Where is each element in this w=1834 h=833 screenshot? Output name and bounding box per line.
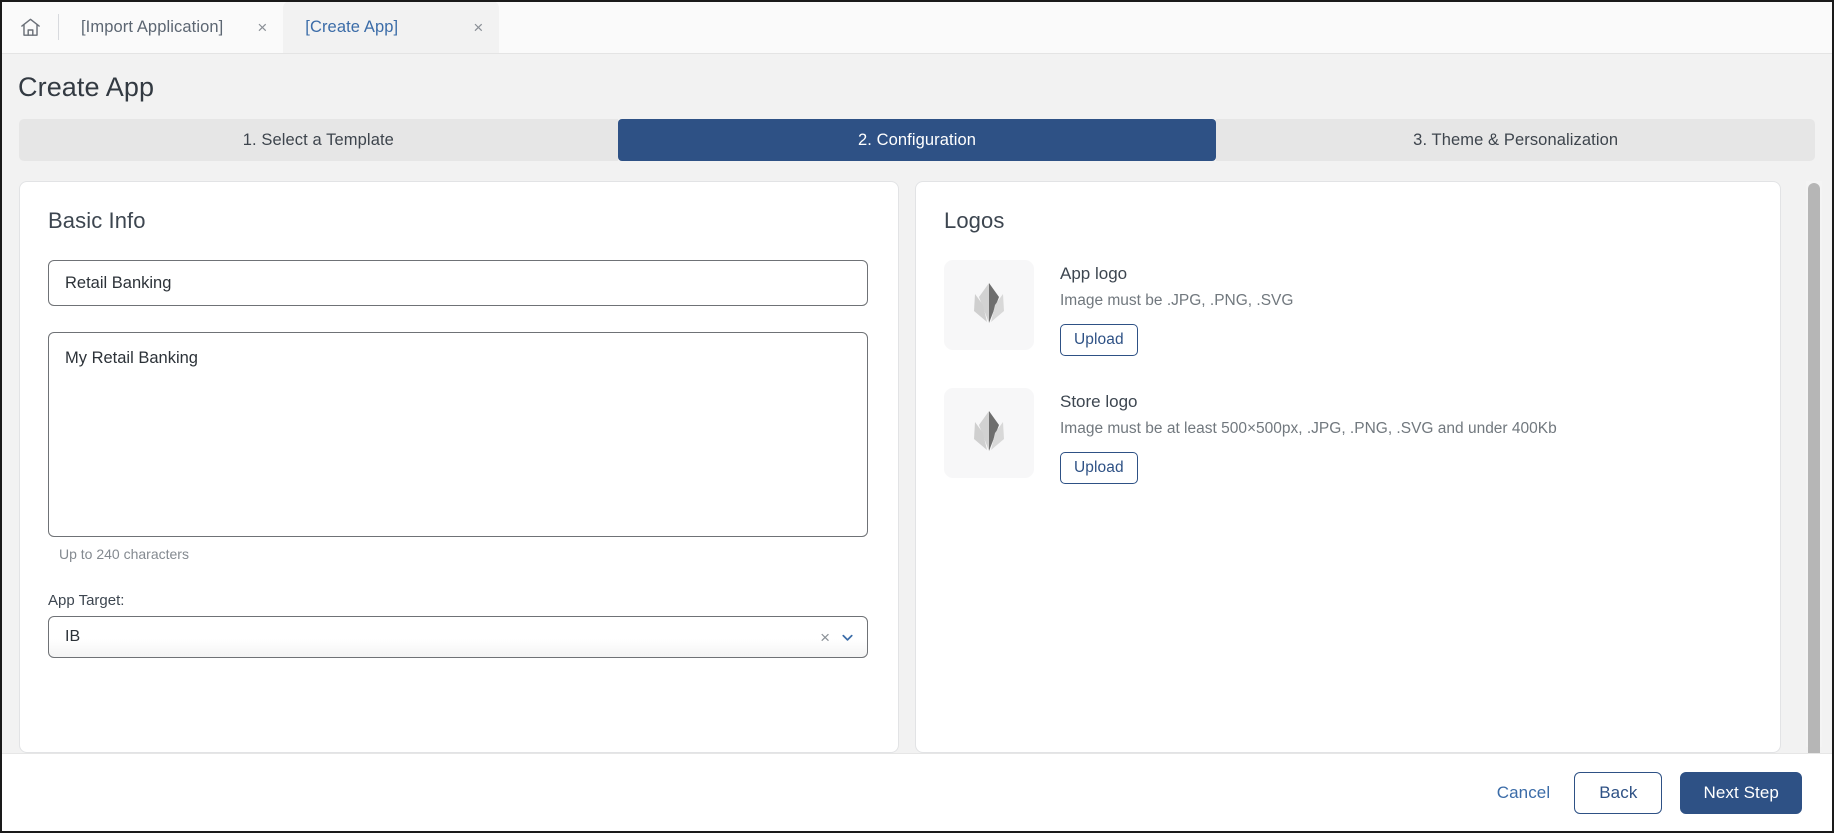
logo-item-store: Store logo Image must be at least 500×50…	[944, 388, 1752, 484]
vertical-scrollbar[interactable]	[1806, 181, 1822, 747]
logo-hint: Image must be .JPG, .PNG, .SVG	[1060, 292, 1293, 310]
logo-title: App logo	[1060, 264, 1293, 284]
basic-info-panel: Basic Info Up to 240 characters App Targ…	[19, 181, 899, 753]
cancel-button[interactable]: Cancel	[1491, 775, 1557, 811]
logos-panel: Logos App logo Image must be .JPG, .P	[915, 181, 1781, 753]
app-target-select[interactable]: IB ×	[48, 616, 868, 658]
clear-icon[interactable]: ×	[820, 629, 830, 646]
page-title: Create App	[18, 72, 1832, 103]
home-button[interactable]	[2, 1, 58, 53]
tab-create-app[interactable]: [Create App] ×	[283, 1, 499, 53]
step-tabs: 1. Select a Template 2. Configuration 3.…	[2, 119, 1832, 161]
logo-info: Store logo Image must be at least 500×50…	[1060, 388, 1557, 484]
upload-app-logo-button[interactable]: Upload	[1060, 324, 1138, 356]
logo-preview[interactable]	[944, 260, 1034, 350]
upload-store-logo-button[interactable]: Upload	[1060, 452, 1138, 484]
close-icon[interactable]: ×	[439, 19, 483, 36]
page-header: Create App	[2, 54, 1832, 115]
app-target-value: IB	[65, 628, 820, 646]
app-target-label: App Target:	[48, 592, 870, 609]
back-button[interactable]: Back	[1574, 772, 1662, 814]
app-name-input[interactable]	[48, 260, 868, 306]
logo-title: Store logo	[1060, 392, 1557, 412]
next-step-button[interactable]: Next Step	[1680, 772, 1802, 814]
tab-label: [Import Application]	[81, 18, 223, 37]
logo-hint: Image must be at least 500×500px, .JPG, …	[1060, 420, 1557, 438]
close-icon[interactable]: ×	[223, 19, 267, 36]
tab-label: [Create App]	[305, 18, 398, 37]
placeholder-logo-icon	[961, 275, 1017, 336]
logo-preview[interactable]	[944, 388, 1034, 478]
home-icon	[19, 16, 42, 39]
step-label: 3. Theme & Personalization	[1413, 131, 1618, 150]
tab-import-application[interactable]: [Import Application] ×	[59, 1, 283, 53]
tab-bar: [Import Application] × [Create App] ×	[2, 2, 1832, 54]
description-helper-text: Up to 240 characters	[59, 546, 870, 562]
placeholder-logo-icon	[961, 403, 1017, 464]
footer-action-bar: Cancel Back Next Step	[2, 753, 1832, 831]
step-tab-configuration[interactable]: 2. Configuration	[618, 119, 1217, 161]
step-label: 1. Select a Template	[243, 131, 394, 150]
chevron-down-icon[interactable]	[840, 630, 855, 645]
app-description-textarea[interactable]	[48, 332, 868, 537]
step-label: 2. Configuration	[858, 131, 976, 150]
logo-info: App logo Image must be .JPG, .PNG, .SVG …	[1060, 260, 1293, 356]
content-area: Basic Info Up to 240 characters App Targ…	[2, 161, 1832, 753]
step-tab-theme-personalization[interactable]: 3. Theme & Personalization	[1216, 119, 1815, 161]
basic-info-heading: Basic Info	[48, 208, 870, 234]
scrollbar-thumb[interactable]	[1808, 183, 1820, 753]
app-window: [Import Application] × [Create App] × Cr…	[0, 0, 1834, 833]
step-tab-select-template[interactable]: 1. Select a Template	[19, 119, 618, 161]
logos-heading: Logos	[944, 208, 1752, 234]
logo-item-app: App logo Image must be .JPG, .PNG, .SVG …	[944, 260, 1752, 356]
